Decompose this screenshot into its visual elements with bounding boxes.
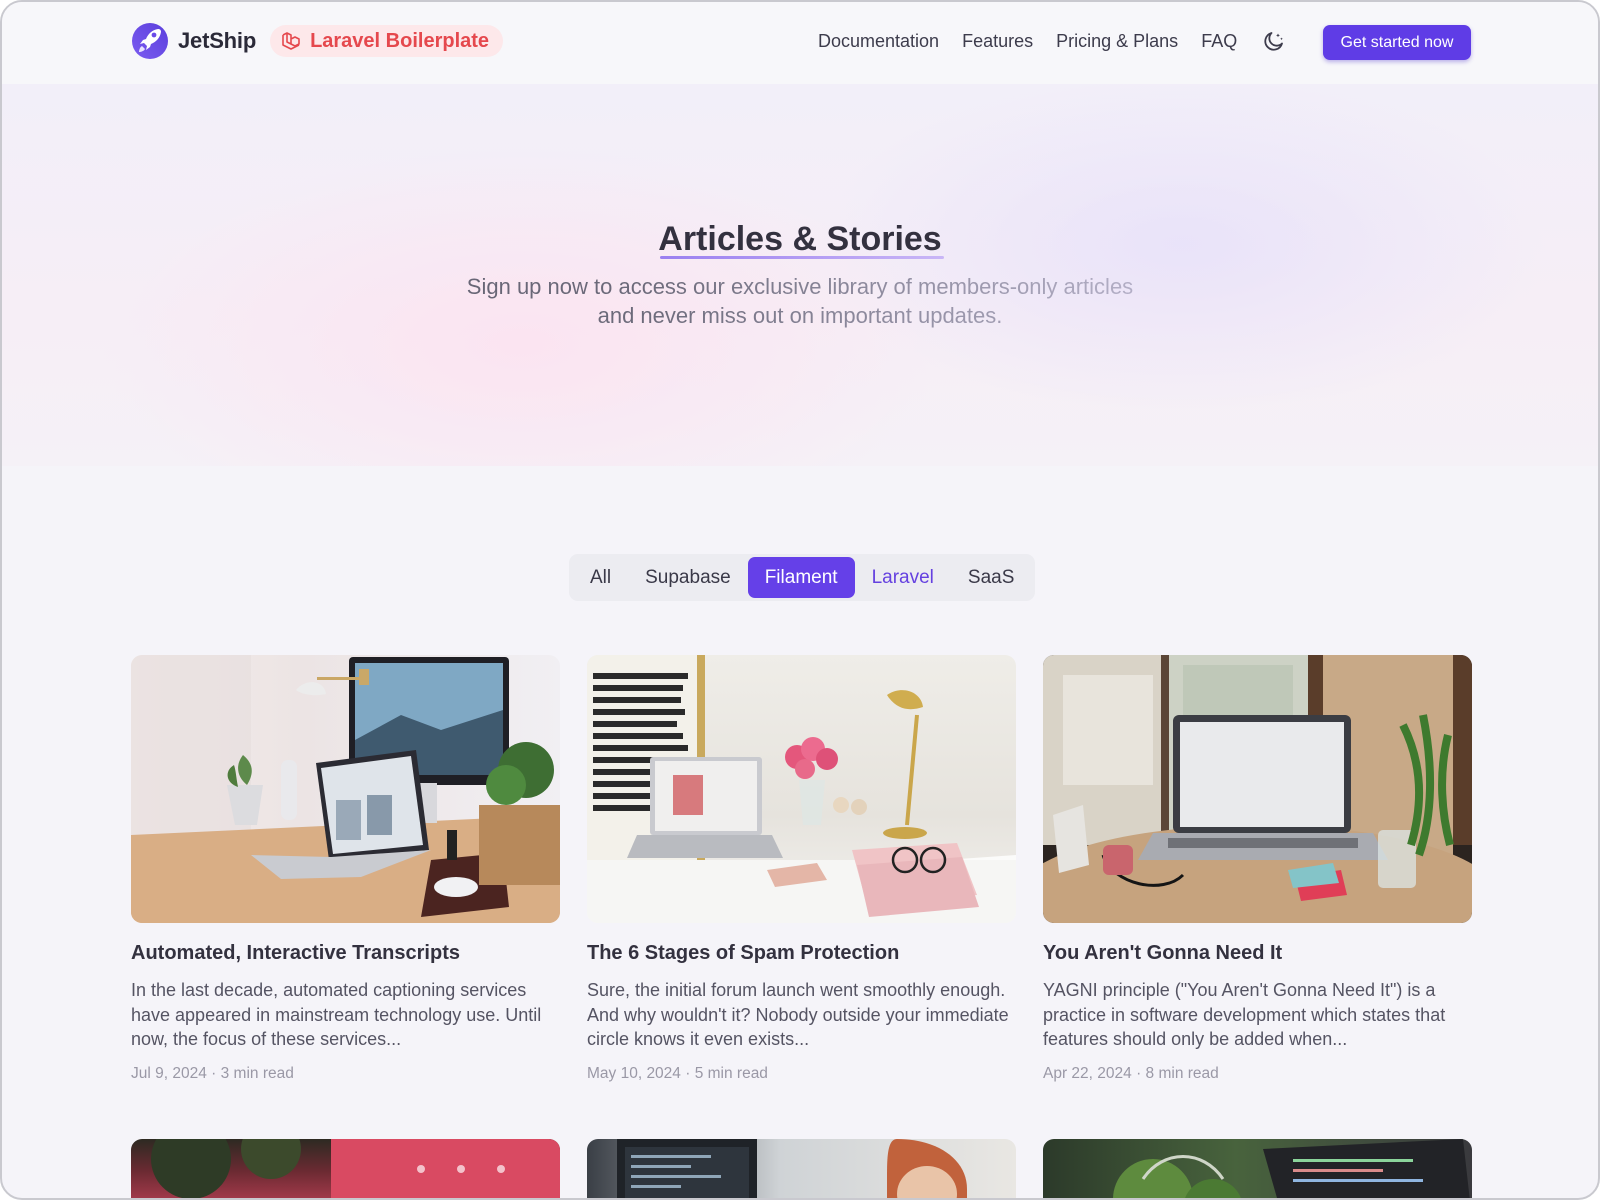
get-started-button[interactable]: Get started now [1323, 25, 1471, 60]
tab-filament[interactable]: Filament [747, 557, 855, 598]
moon-icon[interactable] [1262, 29, 1286, 53]
rocket-logo-icon [132, 23, 168, 59]
tab-supabase[interactable]: Supabase [628, 557, 748, 598]
nav-faq[interactable]: FAQ [1201, 29, 1237, 53]
nav-documentation[interactable]: Documentation [818, 29, 939, 53]
photo-illustration [1113, 1139, 1470, 1198]
hero-subtitle-line2: and never miss out on important updates. [597, 303, 1003, 328]
tab-saas[interactable]: SaaS [951, 557, 1031, 598]
article-title[interactable]: Automated, Interactive Transcripts [131, 940, 560, 966]
article-thumbnail[interactable] [1043, 1139, 1472, 1198]
article-excerpt: Sure, the initial forum launch went smoo… [587, 980, 1009, 1049]
article-thumbnail[interactable] [131, 655, 560, 923]
laravel-icon [282, 32, 300, 50]
desk-photo-illustration [587, 655, 1016, 923]
nav-pricing[interactable]: Pricing & Plans [1056, 29, 1178, 53]
hero-section: Articles & Stories Sign up now to access… [2, 84, 1598, 466]
hero-subtitle: Sign up now to access our exclusive libr… [2, 272, 1598, 330]
laravel-badge[interactable]: Laravel Boilerplate [270, 25, 504, 57]
article-meta: May 10, 2024 · 5 min read [587, 1064, 768, 1082]
site-header: JetShip Laravel Boilerplate Documentatio… [2, 2, 1598, 84]
article-card[interactable]: You Aren't Gonna Need It YAGNI principle… [1043, 655, 1472, 1083]
category-filter-tabs: All Supabase Filament Laravel SaaS [569, 554, 1035, 601]
article-excerpt: In the last decade, automated captioning… [131, 980, 542, 1049]
article-title[interactable]: You Aren't Gonna Need It [1043, 940, 1472, 966]
article-meta: Jul 9, 2024 · 3 min read [131, 1064, 294, 1082]
main-nav: Documentation Features Pricing & Plans F… [818, 29, 1286, 53]
browser-frame: JetShip Laravel Boilerplate Documentatio… [0, 0, 1600, 1200]
article-card[interactable]: Automated, Interactive Transcripts In th… [131, 655, 560, 1083]
nav-features[interactable]: Features [962, 29, 1033, 53]
article-meta: Apr 22, 2024 · 8 min read [1043, 1064, 1219, 1082]
article-thumbnail[interactable] [131, 1139, 560, 1198]
hero-subtitle-line1: Sign up now to access our exclusive libr… [466, 274, 1134, 299]
article-card[interactable]: The 6 Stages of Spam Protection Sure, th… [587, 655, 1016, 1083]
title-underline [660, 256, 944, 259]
page-title: Articles & Stories [658, 220, 942, 258]
article-thumbnail[interactable] [587, 1139, 1016, 1198]
article-excerpt: YAGNI principle ("You Aren't Gonna Need … [1043, 980, 1446, 1049]
laravel-badge-label: Laravel Boilerplate [310, 29, 490, 52]
photo-illustration [151, 1139, 560, 1198]
brand-name: JetShip [178, 28, 257, 53]
desk-photo-illustration [1043, 655, 1472, 923]
photo-illustration [617, 1139, 967, 1198]
tab-laravel[interactable]: Laravel [855, 557, 951, 598]
tab-all[interactable]: All [573, 557, 628, 598]
article-thumbnail[interactable] [1043, 655, 1472, 923]
brand[interactable]: JetShip Laravel Boilerplate [131, 22, 504, 60]
desk-photo-illustration [131, 655, 560, 923]
article-title[interactable]: The 6 Stages of Spam Protection [587, 940, 1016, 966]
article-thumbnail[interactable] [587, 655, 1016, 923]
